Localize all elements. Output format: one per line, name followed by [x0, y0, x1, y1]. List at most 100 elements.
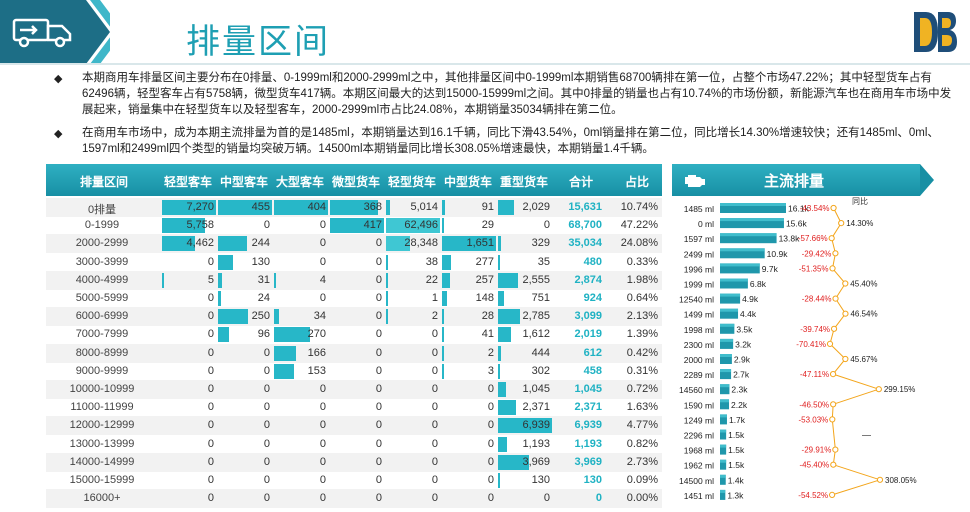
yoy-point	[832, 250, 839, 257]
column-header: 占比	[624, 175, 649, 189]
table-row: 0排量 7,270 455 404 368 5,014 91 2,029 15,631 10.74…	[46, 198, 662, 217]
column-header: 中型客车	[219, 175, 268, 189]
description: ◆ 本期商用车排量区间主要分布在0排量、0-1999ml和2000-2999ml…	[54, 70, 954, 164]
yoy-line-segment	[833, 464, 881, 481]
total-cell: 924	[583, 292, 602, 304]
range-cell: 8000-8999	[75, 346, 129, 359]
displacement-label: 2289 ml	[684, 370, 714, 380]
value-cell: 0	[263, 364, 270, 377]
table-row: 6000-6999 0 250 34 0 2 28 2,785 3,099 2.13%	[46, 307, 662, 327]
total-cell: 3,969	[574, 455, 602, 468]
value-cell: 0	[207, 455, 214, 468]
value-cell: 130	[531, 474, 550, 486]
value-cell: 0	[263, 437, 270, 450]
value-cell: 148	[475, 292, 494, 304]
volume-bar-highlight	[720, 293, 741, 297]
value-cell: 2	[487, 346, 494, 359]
yoy-point	[829, 371, 837, 378]
value-cell: 0	[375, 346, 382, 359]
total-cell: 3,099	[574, 310, 602, 323]
volume-bar-highlight	[720, 414, 727, 418]
range-cell: 16000+	[83, 492, 121, 505]
description-text: 在商用车市场中，成为本期主流排量为首的是1485ml，本期销量达到16.1千辆，…	[82, 127, 939, 155]
volume-bar-highlight	[720, 218, 784, 222]
displacement-label: 1485 ml	[684, 204, 714, 214]
value-cell: 455	[251, 201, 270, 213]
value-cell: 5	[207, 273, 214, 286]
yoy-point	[829, 416, 836, 423]
volume-label: 2.3k	[731, 385, 748, 395]
value-cell: 2,785	[522, 310, 550, 323]
value-cell: 0	[375, 383, 382, 395]
volume-label: 10.9k	[767, 249, 789, 259]
volume-label: 1.5k	[728, 460, 745, 470]
volume-label: 1.7k	[729, 415, 746, 425]
displacement-label: 2296 ml	[684, 431, 714, 441]
volume-label: 9.7k	[762, 264, 779, 274]
value-cell: 0	[207, 437, 214, 450]
value-cell: 244	[251, 237, 270, 250]
volume-bar-highlight	[720, 354, 732, 357]
total-cell: 15,631	[568, 201, 602, 213]
volume-label: 13.8k	[779, 234, 801, 244]
share-cell: 1.39%	[626, 328, 658, 341]
column-header: 轻型货车	[387, 175, 436, 189]
share-cell: 2.13%	[626, 310, 658, 323]
mainstream-title: 主流排量	[764, 173, 825, 190]
displacement-label: 1999 ml	[684, 280, 714, 290]
column-header: 中型货车	[443, 175, 492, 189]
yoy-label: -57.66%	[798, 234, 828, 243]
displacement-label: 12540 ml	[679, 295, 714, 305]
yoy-line-segment	[831, 479, 881, 496]
volume-bar-highlight	[720, 338, 734, 342]
table-row: 16000+ 0 0 0 0 0 0 0 0 0.00%	[46, 489, 662, 509]
total-cell: 0	[595, 492, 602, 505]
value-cell: 62,496	[404, 219, 438, 232]
volume-bar-highlight	[720, 323, 735, 327]
value-cell: 368	[363, 201, 382, 213]
value-cell: 35	[537, 255, 550, 268]
yoy-label: -46.50%	[799, 400, 829, 409]
value-cell: 0	[207, 364, 214, 377]
range-cell: 6000-6999	[75, 310, 129, 323]
yoy-label: 308.05%	[885, 476, 917, 485]
value-cell: 0	[319, 255, 326, 268]
yoy-point	[830, 325, 838, 332]
value-cell: 0	[375, 455, 382, 468]
value-cell: 0	[487, 455, 494, 468]
value-cell: 3,969	[522, 455, 550, 468]
page-header: 排量区间	[0, 0, 970, 65]
value-cell: 0	[375, 310, 382, 323]
yoy-label: -70.41%	[796, 340, 826, 349]
volume-bar-highlight	[720, 203, 786, 206]
share-cell: 0.64%	[626, 292, 658, 304]
value-cell: 6,939	[522, 419, 550, 432]
value-cell: 0	[207, 328, 214, 341]
yoy-label: 14.30%	[846, 219, 873, 228]
volume-bar-highlight	[720, 399, 730, 403]
range-cell: 9000-9999	[75, 364, 129, 377]
value-cell: 0	[431, 437, 438, 450]
volume-bar-highlight	[720, 263, 760, 267]
table-row: 2000-2999 4,462 244 0 0 28,348 1,651 329 35,034 2…	[46, 234, 662, 254]
yoy-point	[830, 204, 837, 212]
value-cell: 29	[481, 219, 494, 232]
volume-label: 4.9k	[742, 294, 759, 304]
yoy-point	[828, 491, 836, 498]
share-cell: 2.73%	[626, 455, 658, 468]
table-row: 4000-4999 5 31 4 0 22 257 2,555 2,874 1.98%	[46, 270, 662, 290]
volume-label: 2.2k	[731, 400, 748, 410]
yoy-point	[826, 340, 834, 347]
total-cell: 2,371	[574, 401, 602, 414]
description-bullet: ◆ 在商用车市场中，成为本期主流排量为首的是1485ml，本期销量达到16.1千…	[54, 125, 954, 157]
value-cell: 0	[375, 273, 382, 286]
volume-bar-highlight	[720, 308, 739, 312]
value-cell: 0	[319, 401, 326, 414]
total-cell: 68,700	[568, 219, 602, 232]
table-row: 5000-5999 0 24 0 0 1 148 751 924 0.64%	[46, 289, 662, 308]
value-cell: 5,758	[186, 219, 214, 232]
yoy-label: -53.03%	[798, 415, 828, 424]
displacement-label: 2300 ml	[684, 340, 714, 350]
column-header: 合计	[568, 175, 593, 189]
yoy-label: —	[862, 430, 871, 440]
